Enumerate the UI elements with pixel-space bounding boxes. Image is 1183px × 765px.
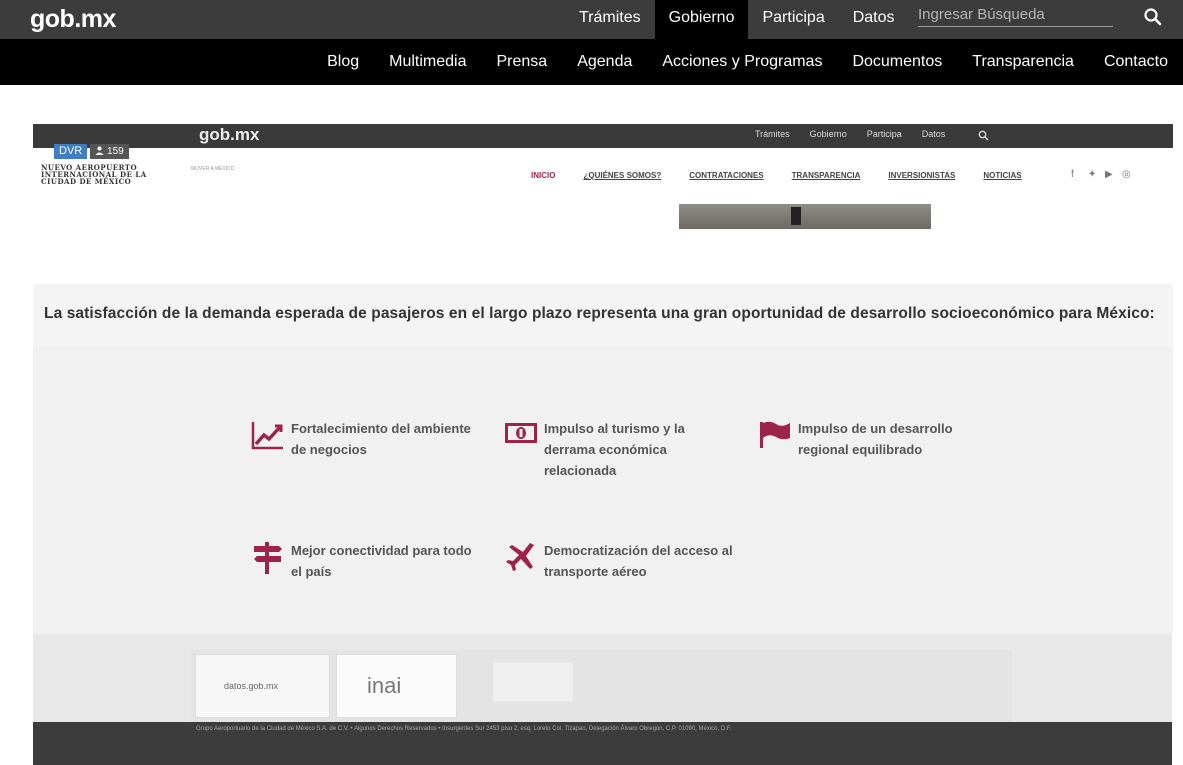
video-player[interactable]: gob.mx Trámites Gobierno Participa Datos… <box>33 124 1173 765</box>
subnav-prensa[interactable]: Prensa <box>482 39 563 85</box>
subnav-contacto[interactable]: Contacto <box>1089 39 1183 85</box>
subnav-multimedia[interactable]: Multimedia <box>374 39 481 85</box>
dvr-badge: DVR 159 <box>54 144 129 159</box>
secondary-nav: Blog Multimedia Prensa Agenda Acciones y… <box>0 39 1183 85</box>
search-input[interactable] <box>918 6 1113 23</box>
instagram-icon: ◎ <box>1122 169 1131 180</box>
footer-text: Grupo Aeroportuario de la Ciudad de Méxi… <box>196 726 732 732</box>
video-brand: gob.mx <box>199 125 260 144</box>
partners-strip: datos.gob.mx inai <box>191 650 1012 722</box>
money-bill-icon <box>504 418 538 452</box>
brand-text: gob.mx <box>30 5 116 33</box>
benefit-item: Mejor conectividad para todo el país <box>251 540 486 582</box>
aicm-logo: NUEVO AEROPUERTO INTERNACIONAL DE LA CIU… <box>41 163 147 186</box>
viewer-icon <box>95 146 104 155</box>
partner-logo <box>493 662 573 702</box>
video-topbar: gob.mx Trámites Gobierno Participa Datos <box>33 124 1173 148</box>
youtube-icon: ▶ <box>1105 169 1113 180</box>
video-search-icon <box>978 128 989 141</box>
subnav-transparencia[interactable]: Transparencia <box>957 39 1089 85</box>
viewer-count: 159 <box>90 144 129 159</box>
subnav-documentos[interactable]: Documentos <box>837 39 957 85</box>
inai-card: inai <box>336 654 457 718</box>
menu-quienes: ¿QUIÉNES SOMOS? <box>583 171 662 180</box>
search-icon[interactable] <box>1143 7 1163 27</box>
benefit-item: Impulso de un desarrollo regional equili… <box>758 418 993 460</box>
menu-inversionistas: INVERSIONISTAS <box>888 171 956 180</box>
facebook-icon: f <box>1071 169 1074 180</box>
menu-inicio: INICIO <box>531 171 556 180</box>
menu-noticias: NOTICIAS <box>983 171 1022 180</box>
partners-section: datos.gob.mx inai <box>33 634 1173 722</box>
mover-mexico-logo: MOVER A MÉXICO <box>191 166 235 172</box>
nav-participa[interactable]: Participa <box>748 0 838 39</box>
video-nav-item: Gobierno <box>809 129 847 139</box>
benefit-item: Democratización del acceso al transporte… <box>504 540 739 582</box>
benefit-text: Mejor conectividad para todo el país <box>291 543 472 579</box>
benefit-text: Democratización del acceso al transporte… <box>544 543 733 579</box>
datos-gob-card: datos.gob.mx <box>195 654 330 718</box>
video-footer: Grupo Aeroportuario de la Ciudad de Méxi… <box>33 722 1173 765</box>
subnav-acciones[interactable]: Acciones y Programas <box>647 39 837 85</box>
benefits-section: Fortalecimiento del ambiente de negocios… <box>33 366 1173 634</box>
airplane-icon <box>504 540 538 574</box>
video-site-header: NUEVO AEROPUERTO INTERNACIONAL DE LA CIU… <box>33 148 1173 188</box>
flag-icon <box>758 418 792 452</box>
video-nav-item: Participa <box>866 129 902 139</box>
benefit-item: Fortalecimiento del ambiente de negocios <box>251 418 486 460</box>
search-box <box>918 4 1113 27</box>
top-bar: gob.mx Trámites Gobierno Participa Datos <box>0 0 1183 39</box>
video-nav-item: Trámites <box>755 129 790 139</box>
menu-contrataciones: CONTRATACIONES <box>689 171 764 180</box>
social-icons: f ✦ ▶ ◎ <box>1071 170 1132 180</box>
twitter-icon: ✦ <box>1088 169 1097 180</box>
benefit-text: Fortalecimiento del ambiente de negocios <box>291 421 471 457</box>
nav-gobierno[interactable]: Gobierno <box>654 0 749 39</box>
frame-edge <box>1172 632 1183 765</box>
viewer-count-text: 159 <box>107 146 124 157</box>
benefit-text: Impulso al turismo y la derrama económic… <box>544 421 685 478</box>
datos-gob-label: datos.gob.mx <box>224 681 279 691</box>
top-nav: Trámites Gobierno Participa Datos <box>565 0 909 39</box>
benefit-text: Impulso de un desarrollo regional equili… <box>798 421 953 457</box>
dvr-label: DVR <box>54 144 88 159</box>
subnav-agenda[interactable]: Agenda <box>562 39 647 85</box>
video-hero <box>33 188 1173 284</box>
signpost-icon <box>251 540 285 574</box>
video-nav: Trámites Gobierno Participa Datos <box>745 124 955 148</box>
hero-photo <box>679 204 931 229</box>
nav-datos[interactable]: Datos <box>839 0 909 39</box>
benefit-item: Impulso al turismo y la derrama económic… <box>504 418 739 481</box>
statement-band: La satisfacción de la demanda esperada d… <box>33 284 1173 347</box>
nav-tramites[interactable]: Trámites <box>565 0 655 39</box>
menu-transparencia: TRANSPARENCIA <box>791 171 861 180</box>
inai-label: inai <box>367 673 402 698</box>
trend-up-icon <box>251 418 285 452</box>
subnav-blog[interactable]: Blog <box>312 39 374 85</box>
video-site-menu: INICIO ¿QUIÉNES SOMOS? CONTRATACIONES TR… <box>517 171 1036 180</box>
statement-text: La satisfacción de la demanda esperada d… <box>44 305 1155 322</box>
gobmx-logo[interactable]: gob.mx <box>30 5 116 34</box>
video-nav-item: Datos <box>921 129 946 139</box>
